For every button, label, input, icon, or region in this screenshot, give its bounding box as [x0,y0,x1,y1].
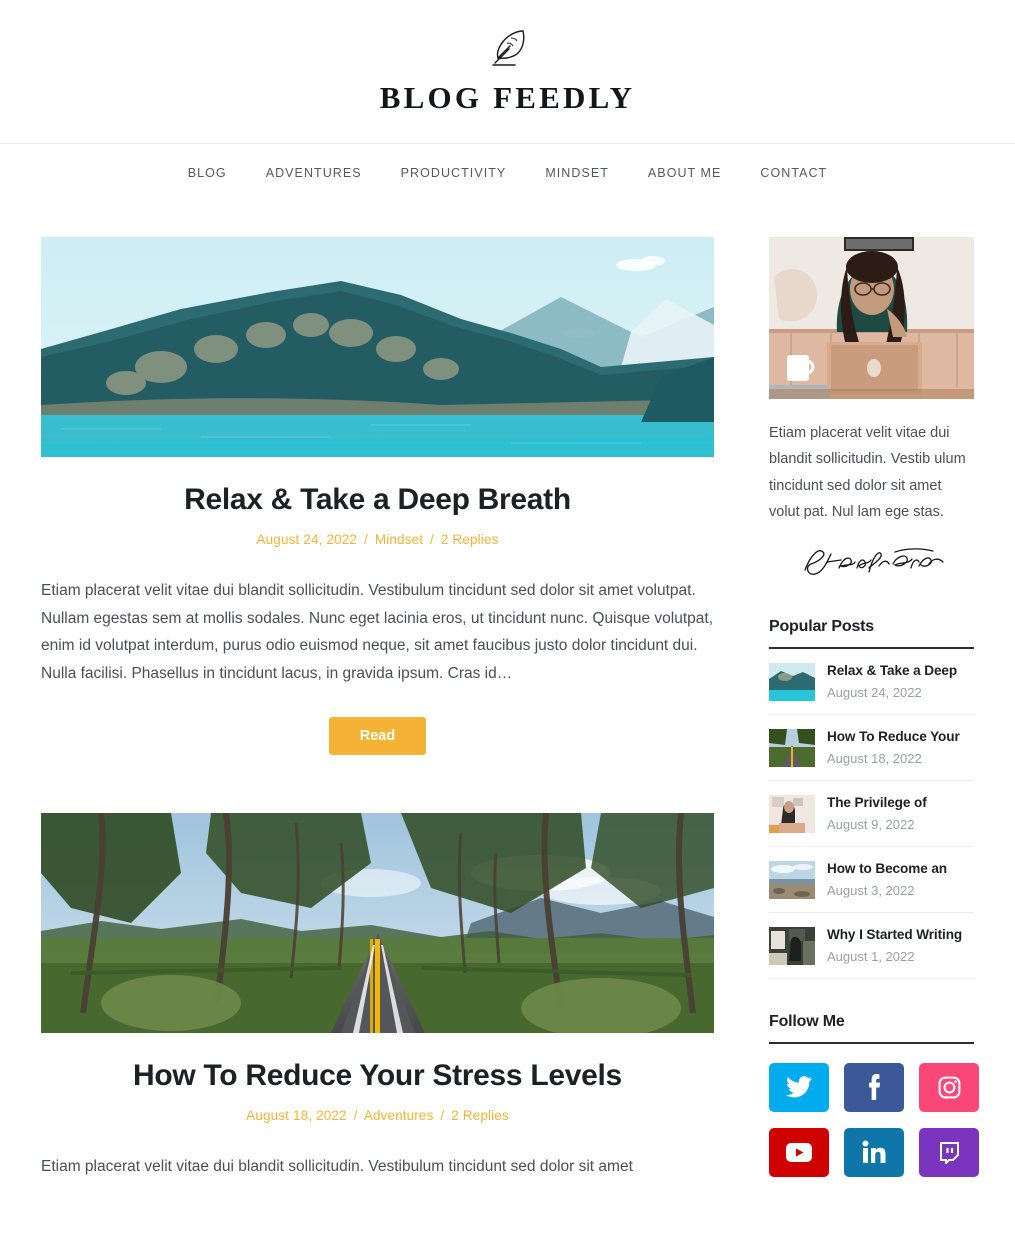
meta-separator: / [364,532,368,547]
social-link-twitch[interactable] [919,1127,979,1177]
widget-popular-posts: Popular Posts Relax & Take a Deep August… [769,618,974,979]
site-title: BLOG FEEDLY [379,80,636,115]
twitch-icon [937,1140,961,1164]
list-item[interactable]: The Privilege of August 9, 2022 [769,781,974,847]
post-date: August 24, 2022 [256,532,358,547]
nav-link-about-me[interactable]: ABOUT ME [648,166,721,180]
popular-post-text: Why I Started Writing August 1, 2022 [827,927,974,965]
post-card: Relax & Take a Deep Breath August 24, 20… [41,237,714,756]
popular-post-thumbnail [769,860,815,899]
post-excerpt: Etiam placerat velit vitae dui blandit s… [41,1158,633,1176]
post-replies-link[interactable]: 2 Replies [451,1108,509,1123]
page-container: Relax & Take a Deep Breath August 24, 20… [0,201,1015,1239]
sidebar: Etiam placerat velit vitae dui blandit s… [769,237,979,1177]
read-button[interactable]: Read [328,717,427,756]
widget-divider [769,1041,974,1044]
popular-post-title[interactable]: Relax & Take a Deep [827,663,974,680]
social-link-facebook[interactable] [844,1062,904,1112]
post-meta: August 24, 2022 / Mindset / 2 Replies [41,532,714,547]
feather-quill-icon [0,26,1015,70]
popular-post-text: Relax & Take a Deep August 24, 2022 [827,663,974,701]
social-link-linkedin[interactable] [844,1127,904,1177]
popular-post-text: How To Reduce Your August 18, 2022 [827,729,974,767]
widget-title-popular: Popular Posts [769,617,874,635]
popular-post-title[interactable]: How To Reduce Your [827,729,974,746]
nav-item-productivity[interactable]: PRODUCTIVITY [381,164,526,182]
main-navigation: BLOG ADVENTURES PRODUCTIVITY MINDSET ABO… [0,143,1015,201]
social-links-grid [769,1062,979,1177]
post-category-link[interactable]: Mindset [375,532,423,547]
post-title[interactable]: Relax & Take a Deep Breath [41,482,714,518]
youtube-icon [785,1142,813,1163]
widget-follow-me: Follow Me [769,1012,979,1177]
popular-post-thumbnail [769,728,815,767]
author-signature [769,544,974,584]
author-photo [769,237,974,399]
author-bio: Etiam placerat velit vitae dui blandit s… [769,425,966,521]
nav-item-blog[interactable]: BLOG [168,164,246,182]
popular-post-text: The Privilege of August 9, 2022 [827,795,974,833]
popular-post-date: August 3, 2022 [827,883,915,899]
post-featured-image-lake[interactable] [41,237,714,457]
post-replies-link[interactable]: 2 Replies [441,532,499,547]
list-item[interactable]: How To Reduce Your August 18, 2022 [769,715,974,781]
popular-post-date: August 18, 2022 [827,751,922,767]
read-button-wrap: Read [41,717,714,756]
post-meta: August 18, 2022 / Adventures / 2 Replies [41,1108,714,1123]
list-item[interactable]: How to Become an August 3, 2022 [769,847,974,913]
popular-post-thumbnail [769,794,815,833]
social-link-instagram[interactable] [919,1062,979,1112]
nav-link-blog[interactable]: BLOG [188,166,227,180]
post-featured-image-road[interactable] [41,813,714,1034]
popular-post-date: August 9, 2022 [827,817,915,833]
popular-post-thumbnail [769,662,815,701]
twitter-icon [786,1076,812,1098]
linkedin-icon [862,1140,886,1164]
post-excerpt: Etiam placerat velit vitae dui blandit s… [41,582,714,682]
list-item[interactable]: Why I Started Writing August 1, 2022 [769,913,974,979]
social-link-twitter[interactable] [769,1062,829,1112]
popular-post-title[interactable]: How to Become an [827,861,974,878]
post-date: August 18, 2022 [246,1108,347,1124]
popular-post-text: How to Become an August 3, 2022 [827,861,974,899]
nav-item-adventures[interactable]: ADVENTURES [246,164,381,182]
nav-link-contact[interactable]: CONTACT [760,166,827,180]
nav-link-productivity[interactable]: PRODUCTIVITY [401,166,507,180]
popular-post-title[interactable]: Why I Started Writing [827,927,974,944]
main-content: Relax & Take a Deep Breath August 24, 20… [41,237,714,1239]
widget-title-follow: Follow Me [769,1012,845,1030]
meta-separator: / [353,1108,358,1124]
nav-link-mindset[interactable]: MINDSET [545,166,609,180]
nav-item-contact[interactable]: CONTACT [741,164,847,182]
instagram-icon [937,1075,962,1100]
popular-post-title[interactable]: The Privilege of [827,795,974,812]
meta-separator: / [440,1108,445,1124]
nav-item-mindset[interactable]: MINDSET [526,164,629,182]
nav-link-adventures[interactable]: ADVENTURES [266,166,362,180]
post-card: How To Reduce Your Stress Levels August … [41,813,714,1181]
popular-post-date: August 24, 2022 [827,685,922,701]
site-header: BLOG FEEDLY [0,0,1015,143]
popular-post-date: August 1, 2022 [827,949,915,965]
nav-item-about-me[interactable]: ABOUT ME [628,164,740,182]
meta-separator: / [430,532,434,547]
post-title[interactable]: How To Reduce Your Stress Levels [41,1058,714,1094]
facebook-icon [867,1074,881,1100]
page-root: BLOG FEEDLY BLOG ADVENTURES PRODUCTIVITY… [0,0,1015,1239]
popular-posts-list: Relax & Take a Deep August 24, 2022 How … [769,649,974,979]
list-item[interactable]: Relax & Take a Deep August 24, 2022 [769,649,974,715]
post-category-link[interactable]: Adventures [364,1108,434,1123]
popular-post-thumbnail [769,926,815,965]
nav-list: BLOG ADVENTURES PRODUCTIVITY MINDSET ABO… [0,164,1015,182]
social-link-youtube[interactable] [769,1127,829,1177]
